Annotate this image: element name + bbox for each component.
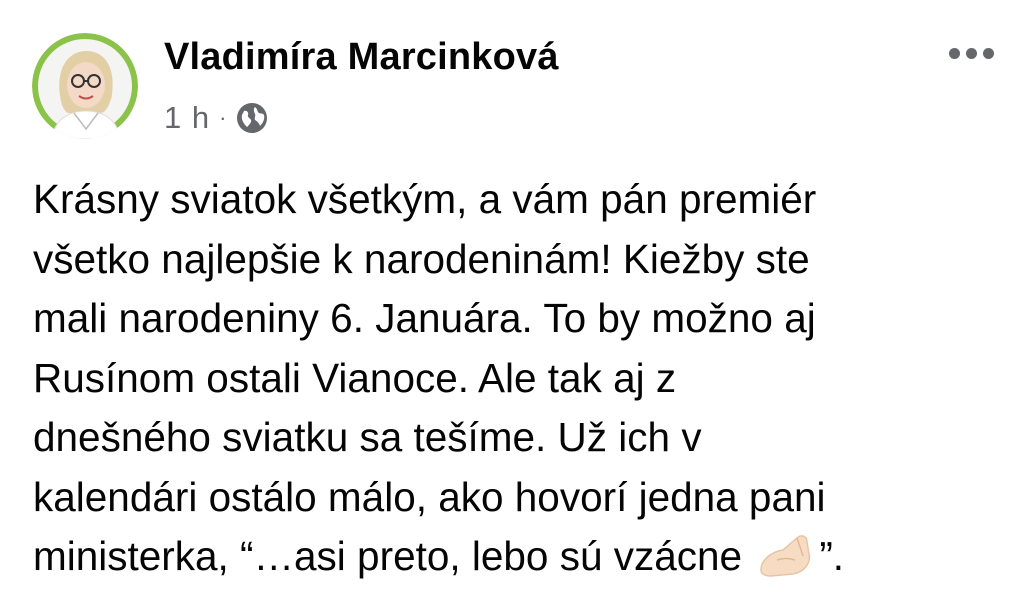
post-meta: 1 h · [164,98,269,138]
more-horizontal-icon [948,47,960,59]
post-timestamp[interactable]: 1 h [164,100,210,136]
pinched-fingers-emoji-icon [757,530,817,578]
author-avatar[interactable] [32,33,138,139]
meta-separator: · [219,105,227,130]
post-text-segment: ”. [819,533,845,579]
post-text-line: Rusínom ostali Vianoce. Ale tak aj z [33,354,677,401]
avatar-image [32,33,138,139]
post-text-line: všetko najlepšie k narodeninám! Kiežby s… [33,235,810,282]
author-name[interactable]: Vladimíra Marcinková [164,36,559,79]
post-text-segment: ministerka, “…asi preto, lebo sú vzácne [33,533,743,579]
post-text-last-line: ministerka, “…asi preto, lebo sú vzácne … [33,527,1003,587]
post-text-line: Krásny sviatok všetkým, a vám pán premié… [33,176,817,222]
facebook-post: Vladimíra Marcinková 1 h · Krásny sviato… [0,0,1024,586]
globe-icon[interactable] [235,101,269,135]
post-text-line: kalendári ostálo málo, ako hovorí jedna … [33,473,826,520]
post-text-line: mali narodeniny 6. Januára. To by možno … [33,295,816,341]
post-text-line: dnešného sviatku sa tešíme. Už ich v [33,414,702,460]
more-options-button[interactable] [942,36,1000,70]
post-text: Krásny sviatok všetkým, a vám pán premié… [33,170,1003,587]
